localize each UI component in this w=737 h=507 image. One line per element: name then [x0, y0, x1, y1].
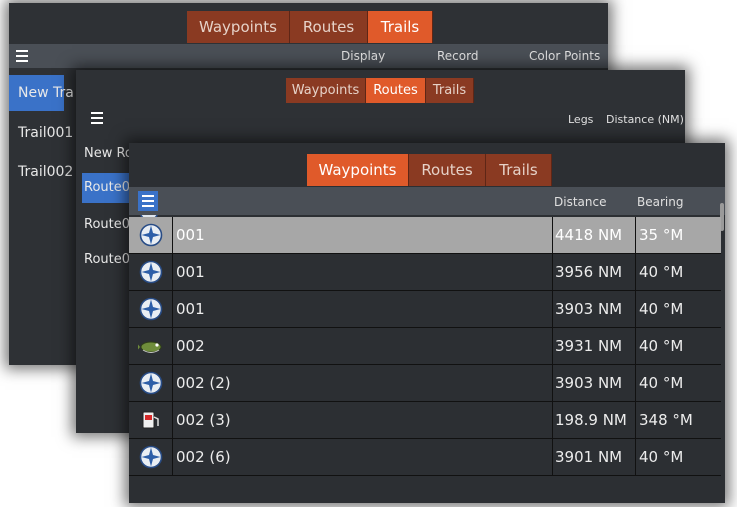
- waypoint-bearing: 40 °M: [639, 300, 684, 318]
- waypoint-bearing: 40 °M: [639, 263, 684, 281]
- column-divider: [635, 365, 636, 401]
- tab-routes[interactable]: Routes: [366, 78, 426, 103]
- waypoint-row[interactable]: 002 (3) 198.9 NM 348 °M: [129, 402, 721, 439]
- column-record[interactable]: Record: [437, 49, 478, 63]
- waypoint-row[interactable]: 002 (2) 3903 NM 40 °M: [129, 365, 721, 402]
- waypoint-name: 002 (3): [176, 411, 231, 429]
- waypoint-row[interactable]: 001 3956 NM 40 °M: [129, 254, 721, 291]
- waypoints-list-header: Distance Bearing: [129, 187, 725, 215]
- waypoint-bearing: 40 °M: [639, 374, 684, 392]
- column-display[interactable]: Display: [341, 49, 385, 63]
- column-bearing[interactable]: Bearing: [637, 195, 683, 209]
- waypoint-distance: 4418 NM: [555, 226, 623, 244]
- waypoint-distance: 3931 NM: [555, 337, 623, 355]
- waypoints-panel-tabs: Waypoints Routes Trails: [307, 154, 552, 186]
- column-divider: [552, 217, 553, 253]
- column-divider: [552, 439, 553, 475]
- routes-list-header: Legs Distance (NM): [76, 104, 685, 132]
- route-item[interactable]: Route0: [84, 217, 130, 232]
- waypoint-name: 002: [176, 337, 205, 355]
- crosshair-waypoint-icon: [129, 439, 173, 475]
- tab-waypoints[interactable]: Waypoints: [187, 11, 290, 43]
- waypoint-row[interactable]: 002 3931 NM 40 °M: [129, 328, 721, 365]
- column-distance[interactable]: Distance (NM): [606, 113, 684, 126]
- waypoint-distance: 3956 NM: [555, 263, 623, 281]
- tab-trails[interactable]: Trails: [426, 78, 474, 103]
- trail-item[interactable]: Trail001: [18, 125, 73, 141]
- tab-waypoints[interactable]: Waypoints: [307, 154, 409, 186]
- column-divider: [635, 439, 636, 475]
- column-divider: [635, 402, 636, 438]
- column-divider: [635, 217, 636, 253]
- column-divider: [552, 328, 553, 364]
- fish-waypoint-icon: [129, 328, 173, 364]
- column-legs[interactable]: Legs: [568, 113, 593, 126]
- waypoint-bearing: 40 °M: [639, 448, 684, 466]
- trail-item-new[interactable]: New Tra: [18, 85, 74, 101]
- waypoint-distance: 3903 NM: [555, 374, 623, 392]
- waypoint-row[interactable]: 002 (6) 3901 NM 40 °M: [129, 439, 721, 476]
- waypoint-distance: 198.9 NM: [555, 411, 627, 429]
- waypoints-panel: Waypoints Routes Trails Distance Bearing…: [129, 143, 725, 503]
- waypoint-name: 002 (2): [176, 374, 231, 392]
- waypoint-row[interactable]: 001 3903 NM 40 °M: [129, 291, 721, 328]
- crosshair-waypoint-icon: [129, 291, 173, 327]
- waypoint-name: 001: [176, 263, 205, 281]
- waypoint-row[interactable]: 001 4418 NM 35 °M: [129, 217, 721, 254]
- column-divider: [552, 365, 553, 401]
- column-divider: [635, 328, 636, 364]
- tab-waypoints[interactable]: Waypoints: [286, 78, 366, 103]
- waypoint-distance: 3903 NM: [555, 300, 623, 318]
- menu-icon[interactable]: [87, 108, 107, 128]
- trail-item[interactable]: Trail002: [18, 164, 73, 180]
- tab-routes[interactable]: Routes: [409, 154, 486, 186]
- route-item[interactable]: Route0: [84, 180, 130, 195]
- waypoint-bearing: 40 °M: [639, 337, 684, 355]
- waypoint-distance: 3901 NM: [555, 448, 623, 466]
- crosshair-waypoint-icon: [129, 217, 173, 253]
- tab-routes[interactable]: Routes: [290, 11, 368, 43]
- route-item[interactable]: Route0: [84, 252, 130, 267]
- column-divider: [552, 402, 553, 438]
- waypoint-bearing: 35 °M: [639, 226, 684, 244]
- waypoint-name: 001: [176, 226, 205, 244]
- column-divider: [552, 254, 553, 290]
- menu-icon[interactable]: [138, 191, 158, 211]
- fuel-waypoint-icon: [129, 402, 173, 438]
- crosshair-waypoint-icon: [129, 365, 173, 401]
- column-color-points[interactable]: Color Points: [529, 49, 600, 63]
- menu-icon[interactable]: [12, 46, 32, 66]
- waypoint-bearing: 348 °M: [639, 411, 693, 429]
- trails-panel-tabs: Waypoints Routes Trails: [187, 11, 433, 43]
- routes-panel-tabs: Waypoints Routes Trails: [286, 78, 474, 103]
- column-divider: [635, 254, 636, 290]
- tab-trails[interactable]: Trails: [368, 11, 433, 43]
- route-item-new[interactable]: New Ro: [84, 146, 133, 161]
- column-divider: [635, 291, 636, 327]
- waypoint-name: 002 (6): [176, 448, 231, 466]
- column-divider: [552, 291, 553, 327]
- trails-list-header: Display Record Color Points: [9, 44, 608, 68]
- tab-trails[interactable]: Trails: [486, 154, 552, 186]
- waypoint-name: 001: [176, 300, 205, 318]
- column-distance[interactable]: Distance: [554, 195, 606, 209]
- crosshair-waypoint-icon: [129, 254, 173, 290]
